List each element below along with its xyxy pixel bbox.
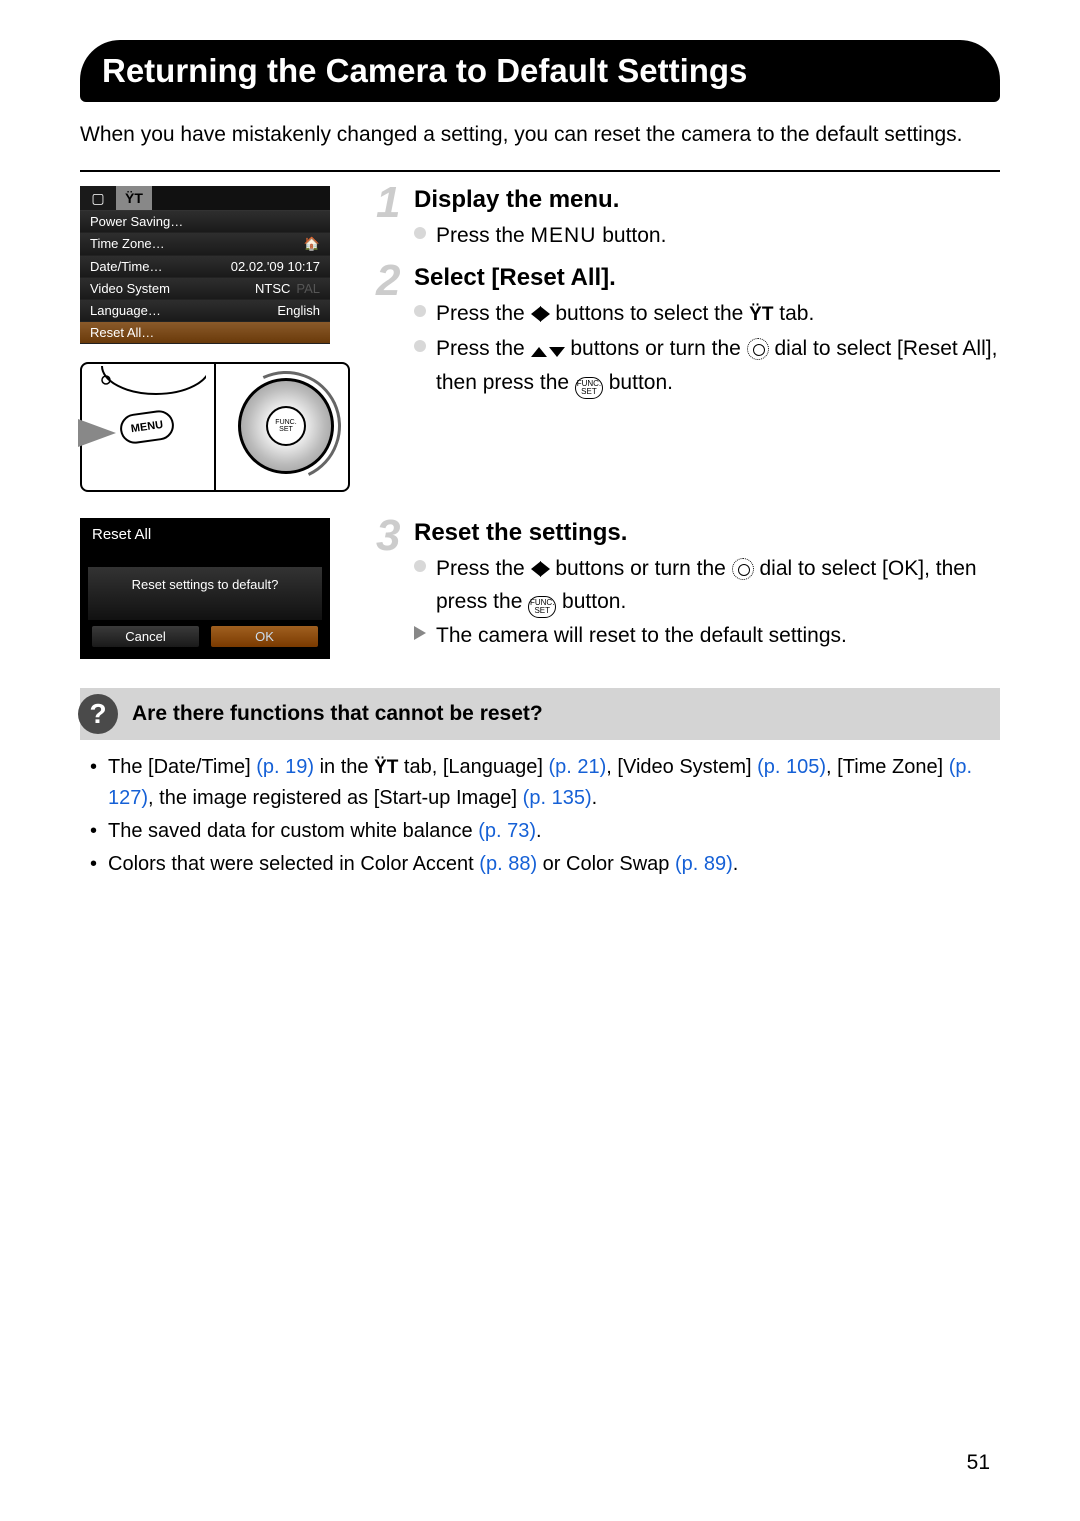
page-ref-link[interactable]: (p. 89) [675, 853, 733, 875]
faq-box: ? Are there functions that cannot be res… [80, 688, 1000, 880]
left-right-icon [531, 300, 550, 332]
func-set-icon: FUNC.SET [575, 377, 603, 399]
instruction-line: Press the buttons or turn the dial to se… [414, 333, 1000, 399]
camera-menu-screenshot: ▢ ŸT Power Saving…Time Zone…🏠Date/Time…0… [80, 186, 330, 344]
step-number: 1 [376, 178, 400, 228]
up-down-icon [531, 335, 565, 367]
instruction-line: Press the buttons to select the ŸT tab. [414, 298, 1000, 332]
left-right-icon [531, 555, 550, 587]
dial-icon [732, 558, 754, 580]
divider [80, 170, 1000, 172]
page-ref-link[interactable]: (p. 73) [478, 820, 536, 842]
tools-tab-inline-icon: ŸT [749, 304, 773, 325]
step-3: 3 Reset the settings. Press the buttons … [380, 519, 1000, 652]
camera-menu-row: Language…English [80, 300, 330, 322]
func-set-center: FUNC.SET [266, 406, 306, 446]
instruction-line: Press the MENU button. [414, 220, 1000, 252]
camera-menu-row: Time Zone…🏠 [80, 233, 330, 256]
reset-dialog-screenshot: Reset All Reset settings to default? Can… [80, 518, 330, 659]
page-title: Returning the Camera to Default Settings [80, 40, 1000, 102]
step-title: Reset the settings. [414, 519, 1000, 547]
page-number: 51 [967, 1451, 990, 1475]
instruction-line: Press the buttons or turn the dial to se… [414, 553, 1000, 619]
faq-bullet: Colors that were selected in Color Accen… [88, 849, 996, 880]
step-number: 3 [376, 511, 400, 561]
faq-bullet: The [Date/Time] (p. 19) in the ŸT tab, [… [88, 752, 996, 814]
step-number: 2 [376, 256, 400, 306]
step-2: 2 Select [Reset All]. Press the buttons … [380, 264, 1000, 399]
result-line: The camera will reset to the default set… [414, 620, 1000, 652]
page-ref-link[interactable]: (p. 135) [523, 787, 592, 809]
page-ref-link[interactable]: (p. 19) [256, 756, 314, 778]
dial-icon [747, 338, 769, 360]
reset-dialog-question: Reset settings to default? [88, 567, 322, 620]
hardware-illustration: MENU FUNC.SET [80, 362, 350, 492]
camera-menu-row: Date/Time…02.02.'09 10:17 [80, 256, 330, 278]
camera-menu-row: Video SystemNTSCPAL [80, 278, 330, 300]
step-title: Display the menu. [414, 186, 1000, 214]
faq-bullet: The saved data for custom white balance … [88, 816, 996, 847]
cancel-option: Cancel [92, 626, 199, 647]
camera-menu-row: Reset All… [80, 322, 330, 344]
page-ref-link[interactable]: (p. 21) [548, 756, 606, 778]
control-wheel-graphic: FUNC.SET [238, 378, 334, 474]
menu-button-graphic: MENU [118, 409, 176, 446]
tools-tab-icon: ŸT [116, 186, 152, 210]
question-mark-icon: ? [78, 694, 118, 734]
camera-menu-row: Power Saving… [80, 211, 330, 233]
step-title: Select [Reset All]. [414, 264, 1000, 292]
menu-text-icon: MENU [531, 224, 597, 247]
intro-text: When you have mistakenly changed a setti… [80, 120, 1000, 150]
faq-title: Are there functions that cannot be reset… [132, 702, 543, 726]
func-set-icon: FUNC.SET [528, 596, 556, 618]
page-ref-link[interactable]: (p. 105) [757, 756, 826, 778]
tools-tab-inline-icon: ŸT [374, 757, 398, 778]
page-ref-link[interactable]: (p. 88) [479, 853, 537, 875]
press-arrow-icon [78, 419, 116, 447]
ok-option: OK [211, 626, 318, 647]
reset-dialog-title: Reset All [80, 518, 330, 567]
step-1: 1 Display the menu. Press the MENU butto… [380, 186, 1000, 252]
camera-tab-icon: ▢ [80, 186, 116, 210]
mode-dial-graphic [86, 366, 206, 406]
